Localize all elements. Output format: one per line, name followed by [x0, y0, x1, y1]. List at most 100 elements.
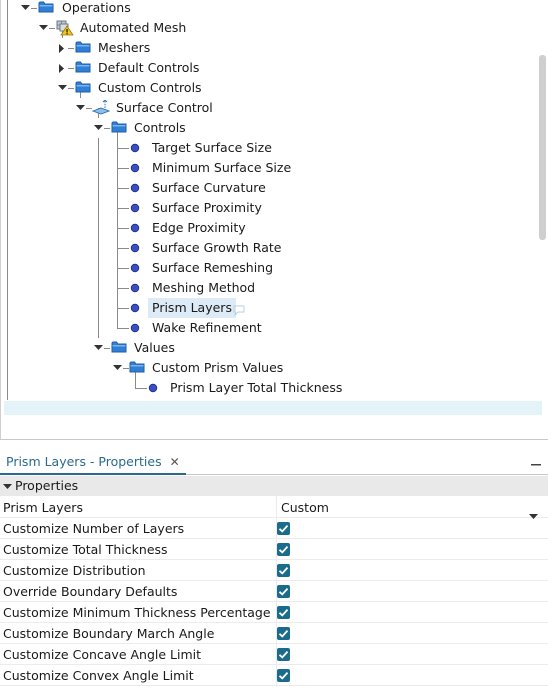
tree-node-controls[interactable]: Controls — [1, 118, 541, 138]
tree-node-label: Operations — [62, 0, 131, 15]
property-row-customize-boundary-march-angle[interactable]: Customize Boundary March Angle — [0, 623, 548, 644]
tree-node-operations[interactable]: Operations — [1, 0, 541, 18]
tree-node-surface-control[interactable]: Surface Control — [1, 98, 541, 118]
tab-title: Prism Layers - Properties — [6, 454, 162, 469]
tree-node-custom-controls[interactable]: Custom Controls — [1, 78, 541, 98]
tree-node-meshing-method[interactable]: Meshing Method — [1, 278, 541, 298]
property-name: Override Boundary Defaults — [3, 584, 178, 599]
tree-node-label: Target Surface Size — [152, 140, 272, 155]
close-icon[interactable]: ✕ — [170, 455, 180, 469]
folder-icon — [75, 60, 93, 76]
bullet-node-icon — [130, 303, 140, 313]
folder-icon — [129, 360, 147, 376]
surface-control-icon — [92, 100, 110, 116]
property-row-customize-distribution[interactable]: Customize Distribution — [0, 560, 548, 581]
tree-node-default-controls[interactable]: Default Controls — [1, 58, 541, 78]
customize-minimum-thickness-percentage-checkbox[interactable] — [277, 606, 290, 619]
tree-node-label: Default Controls — [98, 60, 200, 75]
properties-section-header[interactable]: Properties — [0, 476, 548, 496]
bullet-node-icon — [148, 383, 158, 393]
tree-node-label: Values — [134, 340, 175, 355]
tree-node-target-surface-size[interactable]: Target Surface Size — [1, 138, 541, 158]
tree-node-wake-refinement[interactable]: Wake Refinement — [1, 318, 541, 338]
tree-node-label: Wake Refinement — [152, 320, 262, 335]
bullet-node-icon — [130, 183, 140, 193]
override-boundary-defaults-checkbox[interactable] — [277, 585, 290, 598]
expanded-arrow-icon[interactable] — [92, 118, 104, 138]
tree-node-surface-growth-rate[interactable]: Surface Growth Rate — [1, 238, 541, 258]
property-value — [276, 539, 544, 560]
tree-node-minimum-surface-size[interactable]: Minimum Surface Size — [1, 158, 541, 178]
tree-node-meshers[interactable]: Meshers — [1, 38, 541, 58]
property-row-override-boundary-defaults[interactable]: Override Boundary Defaults — [0, 581, 548, 602]
tree-node-prism-layers[interactable]: Prism Layers — [1, 298, 541, 318]
bullet-node-icon — [130, 163, 140, 173]
bullet-node-icon — [130, 243, 140, 253]
tree-rename-field[interactable] — [4, 401, 542, 415]
expanded-arrow-icon[interactable] — [56, 78, 68, 98]
tree-node-label: Controls — [134, 120, 186, 135]
property-value — [276, 602, 544, 623]
customize-convex-angle-limit-checkbox[interactable] — [277, 669, 290, 682]
tree-node-label: Prism Layer Total Thickness — [170, 380, 343, 395]
expanded-arrow-icon[interactable] — [111, 358, 123, 378]
bullet-node-icon — [130, 203, 140, 213]
property-row-customize-concave-angle-limit[interactable]: Customize Concave Angle Limit — [0, 644, 548, 665]
customize-number-of-layers-checkbox[interactable] — [277, 522, 290, 535]
property-row-customize-number-of-layers[interactable]: Customize Number of Layers — [0, 518, 548, 539]
prism-layers-dropdown[interactable]: Custom — [276, 497, 544, 519]
tree-node-prism-layer-total-thickness[interactable]: Prism Layer Total Thickness — [1, 378, 541, 398]
property-row-customize-total-thickness[interactable]: Customize Total Thickness — [0, 539, 548, 560]
tree-node-surface-proximity[interactable]: Surface Proximity — [1, 198, 541, 218]
property-name: Prism Layers — [3, 500, 83, 515]
property-name: Customize Convex Angle Limit — [3, 668, 194, 683]
customize-total-thickness-checkbox[interactable] — [277, 543, 290, 556]
expanded-arrow-icon[interactable] — [37, 18, 49, 38]
automated-mesh-warning-icon — [56, 20, 74, 36]
tree-node-label: Meshers — [98, 40, 151, 55]
property-name: Customize Concave Angle Limit — [3, 647, 202, 662]
tree-node-custom-prism-values[interactable]: Custom Prism Values — [1, 358, 541, 378]
dropdown-value: Custom — [281, 500, 329, 515]
tree-node-label: Automated Mesh — [80, 20, 187, 35]
property-name: Customize Number of Layers — [3, 521, 185, 536]
property-name: Customize Total Thickness — [3, 542, 168, 557]
tree-node-label: Minimum Surface Size — [152, 160, 292, 175]
folder-icon — [111, 120, 129, 136]
property-value — [276, 581, 544, 602]
tree-node-values[interactable]: Values — [1, 338, 541, 358]
expanded-arrow-icon[interactable] — [92, 338, 104, 358]
tree-node-label: Custom Prism Values — [152, 360, 284, 375]
property-row-prism-layers[interactable]: Prism Layers Custom — [0, 497, 548, 519]
tree-node-label: Surface Control — [116, 100, 213, 115]
simulation-tree[interactable]: Operations Automated Mesh Meshers Defaul… — [0, 0, 548, 440]
expanded-arrow-icon — [3, 484, 12, 489]
property-value — [276, 560, 544, 581]
expanded-arrow-icon[interactable] — [19, 0, 31, 18]
customize-boundary-march-angle-checkbox[interactable] — [277, 627, 290, 640]
property-row-customize-minimum-thickness-percentage[interactable]: Customize Minimum Thickness Percentage — [0, 602, 548, 623]
tree-vertical-scrollbar[interactable] — [539, 55, 546, 240]
collapsed-arrow-icon[interactable] — [56, 58, 68, 78]
bullet-node-icon — [130, 323, 140, 333]
tree-node-automated-mesh[interactable]: Automated Mesh — [1, 18, 541, 38]
collapsed-arrow-icon[interactable] — [56, 38, 68, 58]
expanded-arrow-icon[interactable] — [74, 98, 86, 118]
property-name: Customize Minimum Thickness Percentage — [3, 605, 271, 620]
property-row-customize-convex-angle-limit[interactable]: Customize Convex Angle Limit — [0, 665, 548, 686]
tree-node-label: Edge Proximity — [152, 220, 246, 235]
folder-icon — [75, 40, 93, 56]
tree-node-label: Meshing Method — [152, 280, 256, 295]
tree-node-surface-curvature[interactable]: Surface Curvature — [1, 178, 541, 198]
tree-node-edge-proximity[interactable]: Edge Proximity — [1, 218, 541, 238]
customize-distribution-checkbox[interactable] — [277, 564, 290, 577]
tree-node-label: Surface Growth Rate — [152, 240, 282, 255]
bullet-node-icon — [130, 283, 140, 293]
minimize-button[interactable] — [530, 456, 542, 468]
tab-prism-layers-properties[interactable]: Prism Layers - Properties ✕ — [0, 448, 186, 475]
tree-node-label: Surface Curvature — [152, 180, 266, 195]
property-value — [276, 518, 544, 539]
property-value — [276, 644, 544, 665]
customize-concave-angle-limit-checkbox[interactable] — [277, 648, 290, 661]
tree-node-surface-remeshing[interactable]: Surface Remeshing — [1, 258, 541, 278]
